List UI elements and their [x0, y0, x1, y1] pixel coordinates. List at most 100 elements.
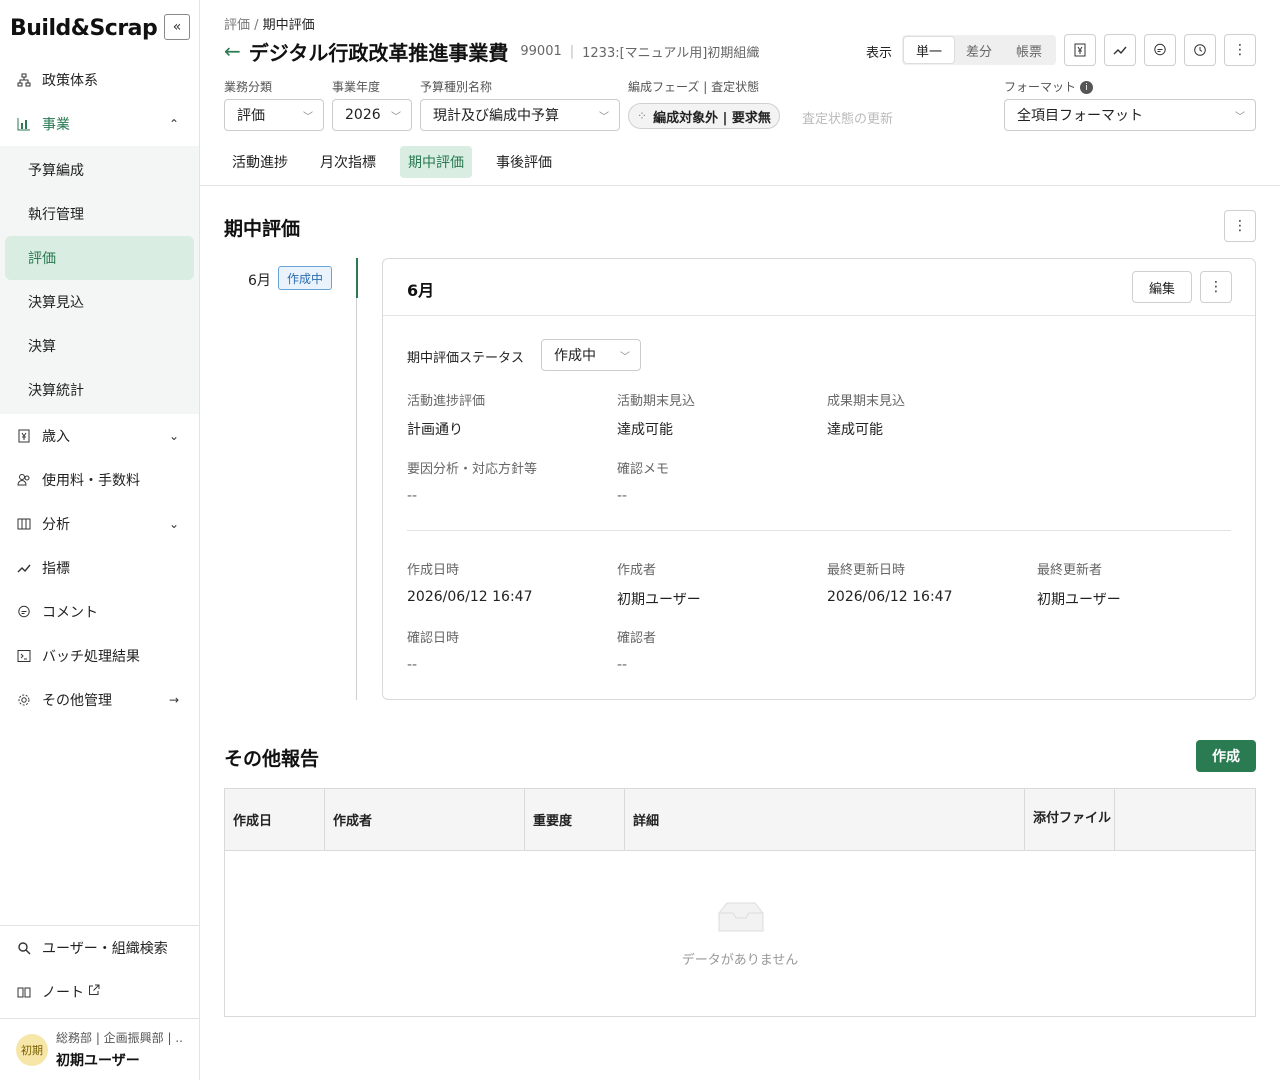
- people-icon: [16, 472, 32, 488]
- sidebar-item-batch[interactable]: バッチ処理結果: [0, 634, 199, 678]
- info-icon[interactable]: i: [1080, 81, 1094, 94]
- display-diff-button[interactable]: 差分: [954, 37, 1004, 63]
- check-memo-value: --: [617, 488, 628, 504]
- sidebar-item-revenue[interactable]: 歳入 ⌄: [0, 414, 199, 458]
- chevron-down-icon[interactable]: ⌄: [169, 429, 179, 443]
- card-divider: [407, 530, 1231, 531]
- arrow-right-icon[interactable]: →: [169, 693, 179, 707]
- tab-midterm-evaluation[interactable]: 期中評価: [400, 146, 472, 178]
- page-title: デジタル行政改革推進事業費: [248, 40, 509, 65]
- sidebar-subitem-settlement[interactable]: 決算: [0, 324, 199, 368]
- sidebar-subitem-statistics[interactable]: 決算統計: [0, 368, 199, 412]
- sidebar-subitem-budget[interactable]: 予算編成: [0, 148, 199, 192]
- user-profile[interactable]: 初期 総務部 | 企画振興部 | ... 初期ユーザー: [0, 1018, 199, 1080]
- display-report-button[interactable]: 帳票: [1004, 37, 1054, 63]
- midterm-section-title: 期中評価: [224, 218, 301, 240]
- card-header: 6月 編集 ⋮: [383, 259, 1255, 316]
- chevron-down-icon: ﹀: [620, 351, 630, 363]
- tab-activity-progress[interactable]: 活動進捗: [224, 146, 296, 178]
- display-mode-toggle: 単一 差分 帳票: [902, 35, 1057, 65]
- outcome-outlook-label: 成果期末見込: [827, 394, 906, 409]
- sidebar-item-policy[interactable]: 政策体系: [0, 58, 199, 102]
- timeline-line: [356, 298, 357, 700]
- more-options-icon[interactable]: ⋮: [1224, 34, 1256, 66]
- gear-icon: [16, 692, 32, 708]
- breadcrumb-parent[interactable]: 評価: [224, 18, 250, 33]
- organization: 1233:[マニュアル用]初期組織: [582, 45, 760, 61]
- sidebar-item-indicators[interactable]: 指標: [0, 546, 199, 590]
- comment-icon[interactable]: [1144, 34, 1176, 66]
- other-reports-title: その他報告: [224, 748, 320, 770]
- select-value: 全項目フォーマット: [1017, 108, 1143, 124]
- budget-type-select[interactable]: 現計及び編成中予算 ﹀: [420, 99, 620, 131]
- table-header: 作成日 作成者 重要度 詳細 添付ファイル: [225, 789, 1255, 851]
- updated-at-label: 最終更新日時: [827, 563, 906, 578]
- sidebar-item-label: バッチ処理結果: [42, 649, 140, 665]
- column-header[interactable]: 作成日: [225, 789, 325, 850]
- avatar: 初期: [16, 1033, 48, 1066]
- factor-analysis-label: 要因分析・対応方針等: [407, 462, 538, 477]
- confirmed-by-label: 確認者: [617, 631, 657, 646]
- back-arrow-icon[interactable]: ←: [224, 39, 241, 63]
- user-name: 初期ユーザー: [56, 1053, 140, 1069]
- sidebar-item-label: 分析: [42, 517, 70, 533]
- midterm-more-icon[interactable]: ⋮: [1224, 210, 1256, 242]
- bar-chart-icon: [16, 116, 32, 132]
- timeline-month[interactable]: 6月: [248, 270, 271, 290]
- select-value: 2026: [345, 107, 381, 123]
- brand: Build&Scrap «: [10, 10, 190, 46]
- business-code: 99001: [520, 43, 562, 59]
- column-header[interactable]: 重要度: [525, 789, 625, 850]
- sidebar-item-fees[interactable]: 使用料・手数料: [0, 458, 199, 502]
- column-header[interactable]: 作成者: [325, 789, 525, 850]
- chevron-up-icon[interactable]: ⌃: [169, 117, 179, 131]
- business-subnav: 予算編成 執行管理 評価 決算見込 決算 決算統計: [0, 146, 199, 414]
- create-button[interactable]: 作成: [1196, 740, 1256, 772]
- sidebar-item-user-search[interactable]: ユーザー・組織検索: [0, 926, 199, 970]
- card-more-icon[interactable]: ⋮: [1200, 271, 1232, 303]
- midterm-card: 6月 編集 ⋮ 期中評価ステータス 作成中 ﹀ 活動進捗評価 計画通り 活動期末…: [382, 258, 1256, 700]
- factor-analysis-value: --: [407, 488, 418, 504]
- format-label: フォーマット i: [1004, 78, 1094, 95]
- created-by-value: 初期ユーザー: [617, 592, 701, 608]
- sidebar-item-label: 歳入: [42, 429, 70, 445]
- yen-icon: [16, 428, 32, 444]
- sidebar-item-label: コメント: [42, 605, 98, 621]
- collapse-sidebar-icon[interactable]: «: [164, 14, 190, 40]
- yen-document-icon[interactable]: [1064, 34, 1096, 66]
- created-at-label: 作成日時: [407, 563, 460, 578]
- sidebar-subitem-forecast[interactable]: 決算見込: [0, 280, 199, 324]
- sidebar-subitem-evaluation[interactable]: 評価: [5, 236, 194, 280]
- sidebar-subitem-execution[interactable]: 執行管理: [0, 192, 199, 236]
- column-header[interactable]: 添付ファイル: [1025, 789, 1115, 850]
- updated-at-value: 2026/06/12 16:47: [827, 589, 953, 605]
- update-assessment-link[interactable]: 査定状態の更新: [802, 108, 893, 127]
- tab-monthly-indicators[interactable]: 月次指標: [312, 146, 384, 178]
- card-title: 6月: [407, 281, 435, 300]
- sidebar-item-business[interactable]: 事業 ⌃: [0, 102, 199, 146]
- business-category-select[interactable]: 評価 ﹀: [224, 99, 324, 131]
- column-header[interactable]: 詳細: [625, 789, 1025, 850]
- chevron-down-icon: ﹀: [391, 111, 401, 123]
- activity-outlook-value: 達成可能: [617, 422, 673, 438]
- sidebar-item-analysis[interactable]: 分析 ⌄: [0, 502, 199, 546]
- edit-button[interactable]: 編集: [1132, 271, 1192, 303]
- trend-icon: [16, 560, 32, 576]
- tab-post-evaluation[interactable]: 事後評価: [488, 146, 560, 178]
- sidebar-item-label: その他管理: [42, 693, 112, 709]
- trend-icon[interactable]: [1104, 34, 1136, 66]
- sidebar-item-label: 政策体系: [42, 73, 98, 89]
- sidebar-item-notes[interactable]: ノート: [0, 970, 199, 1014]
- sidebar-item-other[interactable]: その他管理 →: [0, 678, 199, 722]
- status-select[interactable]: 作成中 ﹀: [541, 339, 641, 371]
- select-value: 作成中: [554, 348, 596, 364]
- sidebar-item-comments[interactable]: コメント: [0, 590, 199, 634]
- fiscal-year-select[interactable]: 2026 ﹀: [332, 99, 412, 131]
- format-select[interactable]: 全項目フォーマット ﹀: [1004, 99, 1256, 131]
- chevron-down-icon: ﹀: [303, 111, 313, 123]
- chevron-down-icon[interactable]: ⌄: [169, 517, 179, 531]
- display-single-button[interactable]: 単一: [904, 37, 955, 63]
- check-memo-label: 確認メモ: [617, 462, 670, 477]
- format-label-text: フォーマット: [1004, 80, 1077, 94]
- history-icon[interactable]: [1184, 34, 1216, 66]
